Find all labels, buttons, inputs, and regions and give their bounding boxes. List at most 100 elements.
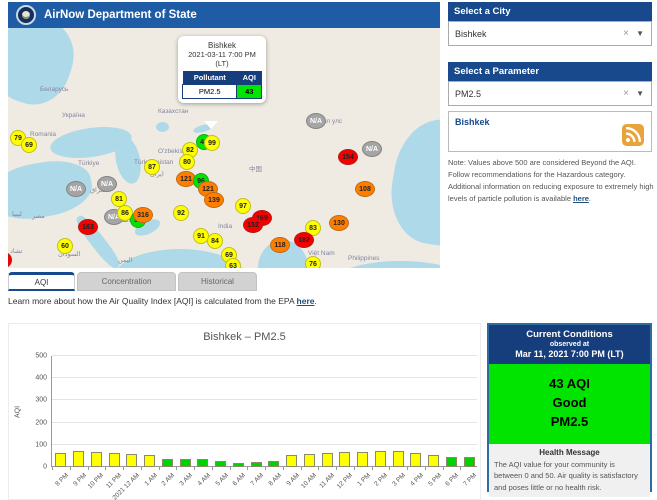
x-axis-tick (230, 467, 231, 470)
aqi-marker[interactable]: N/A (97, 176, 117, 192)
rss-icon[interactable] (622, 124, 644, 146)
parameter-chevron-down-icon[interactable]: ▼ (636, 89, 644, 98)
aqi-marker[interactable]: 63 (225, 258, 241, 268)
aqi-map[interactable]: БеларусьУкраїнаRomaniaTürkiyeКазахстанO'… (8, 28, 440, 268)
aqi-marker[interactable]: N/A (362, 141, 382, 157)
map-popup: Bishkek 2021-03-11 7:00 PM (LT) Pollutan… (178, 36, 266, 103)
ocean-baltic (8, 28, 83, 114)
chart-bar (393, 451, 404, 467)
x-axis-label: 12 PM (336, 472, 354, 490)
aqi-marker[interactable]: 130 (329, 215, 349, 231)
note-here-link[interactable]: here (573, 194, 589, 203)
aqi-marker[interactable]: 92 (173, 205, 189, 221)
chart-bar (286, 455, 297, 467)
aqi-marker[interactable]: 316 (133, 207, 153, 223)
map-label: Казахстан (158, 108, 188, 115)
gridline (52, 444, 477, 445)
aqi-marker[interactable]: 99 (204, 135, 220, 151)
city-chevron-down-icon[interactable]: ▼ (636, 29, 644, 38)
epa-here-link[interactable]: here (297, 296, 315, 306)
tab-historical[interactable]: Historical (178, 272, 257, 291)
chart-bar (126, 454, 137, 467)
y-axis-tick: 300 (21, 397, 47, 404)
note-suffix: . (589, 194, 591, 203)
x-axis-label: 1 PM (356, 472, 372, 488)
aqi-marker[interactable]: N/A (306, 113, 326, 129)
y-axis-tick: 400 (21, 375, 47, 382)
x-axis-tick (443, 467, 444, 470)
tab-aqi[interactable]: AQI (8, 272, 75, 291)
x-axis-tick (123, 467, 124, 470)
chart-bar (215, 461, 226, 467)
chart-bar (304, 454, 315, 467)
x-axis-tick (159, 467, 160, 470)
x-axis-tick (460, 467, 461, 470)
aqi-marker[interactable]: 139 (204, 192, 224, 208)
x-axis-label: 6 AM (232, 472, 247, 487)
tab-concentration[interactable]: Concentration (77, 272, 176, 291)
x-axis-label: 6 PM (445, 472, 461, 488)
chart-bar (410, 453, 421, 467)
aqi-marker[interactable]: 69 (21, 137, 37, 153)
aqi-marker[interactable]: 97 (235, 198, 251, 214)
aqi-marker[interactable]: 154 (338, 149, 358, 165)
x-axis-tick (372, 467, 373, 470)
chart-title: Bishkek – PM2.5 (9, 331, 480, 343)
popup-pointer (204, 121, 218, 129)
x-axis-label: 5 PM (427, 472, 443, 488)
x-axis-tick (88, 467, 89, 470)
chart-bar (144, 455, 155, 467)
parameter-clear-icon[interactable]: × (623, 88, 629, 99)
x-axis-label: 2 PM (374, 472, 390, 488)
aqi-marker[interactable]: 108 (355, 181, 375, 197)
note-text: Note: Values above 500 are considered Be… (448, 158, 654, 203)
aqi-marker[interactable]: 87 (144, 159, 160, 175)
learn-more-suffix: . (315, 296, 317, 306)
aqi-marker[interactable]: 76 (305, 256, 321, 268)
x-axis-tick (105, 467, 106, 470)
x-axis-label: 9 PM (72, 472, 88, 488)
chart-bar (428, 455, 439, 467)
x-axis-label: 2 AM (161, 472, 176, 487)
map-label: مصر (32, 212, 45, 220)
popup-table: Pollutant AQI PM2.5 43 (182, 71, 262, 99)
health-message-title: Health Message (494, 448, 645, 457)
popup-aqi-value: 43 (237, 85, 262, 99)
y-axis-tick: 200 (21, 419, 47, 426)
x-axis-tick (247, 467, 248, 470)
aqi-marker[interactable]: 84 (207, 233, 223, 249)
map-label: Türkiye (78, 160, 99, 167)
current-aqi-parameter: PM2.5 (489, 413, 650, 432)
chart-bar (357, 452, 368, 467)
aqi-marker[interactable]: 182 (294, 232, 314, 248)
x-axis-tick (265, 467, 266, 470)
aqi-note: Note: Values above 500 are considered Be… (448, 157, 654, 205)
aqi-marker[interactable]: 80 (179, 154, 195, 170)
x-axis-label: 8 PM (54, 472, 70, 488)
ocean-aral (156, 122, 169, 132)
learn-more-line: Learn more about how the Air Quality Ind… (8, 296, 317, 306)
x-axis-tick (336, 467, 337, 470)
city-select-value: Bishkek (455, 29, 487, 39)
x-axis-tick (301, 467, 302, 470)
current-conditions-observed-at: observed at (491, 341, 648, 348)
gridline (52, 422, 477, 423)
aqi-marker[interactable]: 118 (270, 237, 290, 253)
aqi-marker[interactable]: 163 (78, 219, 98, 235)
city-select-dropdown[interactable]: Bishkek × ▼ (448, 21, 652, 46)
health-message-text: The AQI value for your community is betw… (494, 459, 645, 494)
current-conditions-header: Current Conditions observed at Mar 11, 2… (489, 325, 650, 364)
city-select-section: Select a City Bishkek × ▼ (448, 2, 652, 46)
x-axis-label: 10 PM (87, 472, 105, 490)
popup-datetime: 2021-03-11 7:00 PM (182, 50, 262, 59)
aqi-marker[interactable]: N/A (66, 181, 86, 197)
aqi-marker[interactable]: 152 (243, 217, 263, 233)
current-conditions-datetime: Mar 11, 2021 7:00 PM (LT) (491, 349, 648, 359)
city-clear-icon[interactable]: × (623, 28, 629, 39)
app-header: AirNow Department of State (8, 2, 440, 28)
current-aqi-category: Good (489, 394, 650, 413)
app-title: AirNow Department of State (44, 9, 197, 21)
parameter-select-dropdown[interactable]: PM2.5 × ▼ (448, 81, 652, 106)
chart-bar (180, 459, 191, 467)
aqi-marker[interactable]: 60 (57, 238, 73, 254)
